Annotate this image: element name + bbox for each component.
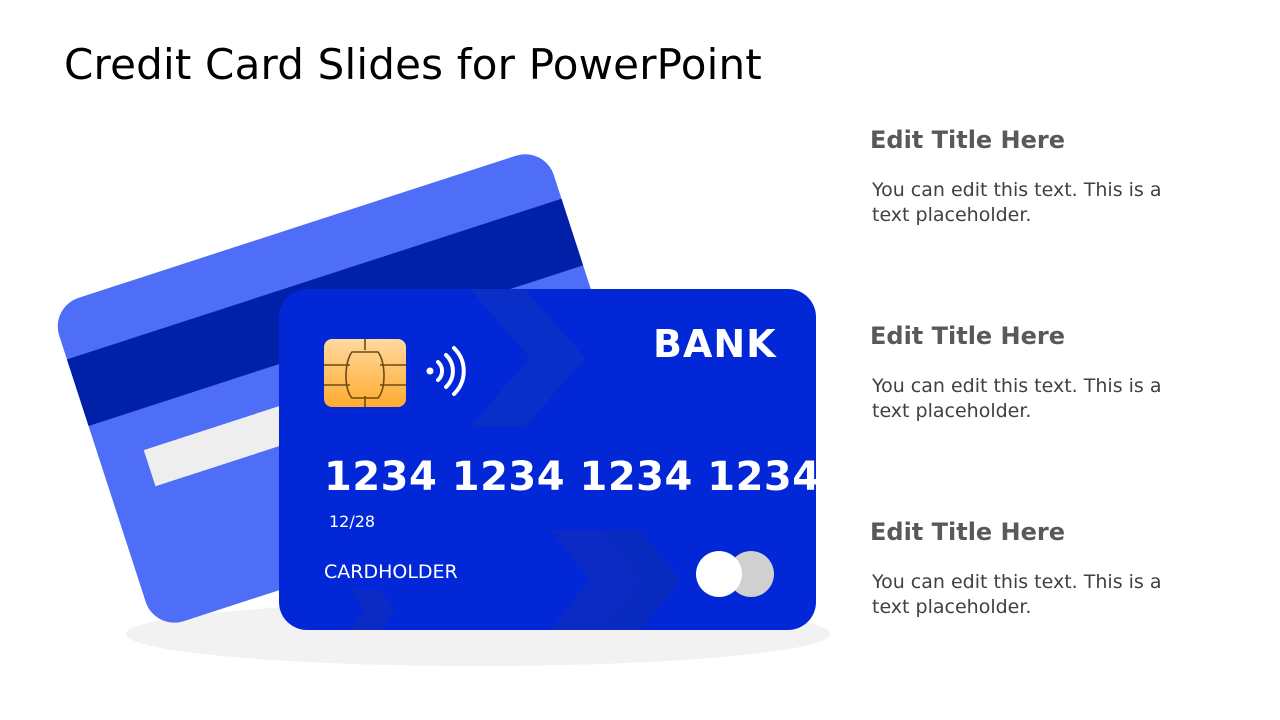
chip-icon: [324, 339, 406, 407]
cardholder-name: CARDHOLDER: [324, 561, 458, 583]
info-body[interactable]: You can edit this text. This is a text p…: [872, 178, 1170, 228]
info-block-2: Edit Title Here You can edit this text. …: [870, 322, 1170, 424]
info-block-3: Edit Title Here You can edit this text. …: [870, 518, 1170, 620]
card-expiry: 12/28: [329, 512, 376, 531]
info-body[interactable]: You can edit this text. This is a text p…: [872, 374, 1170, 424]
info-title[interactable]: Edit Title Here: [870, 518, 1170, 546]
card-number: 1234 1234 1234 1234: [324, 454, 821, 500]
card-network-logo: [696, 551, 774, 597]
info-title[interactable]: Edit Title Here: [870, 126, 1170, 154]
info-title[interactable]: Edit Title Here: [870, 322, 1170, 350]
bank-name: BANK: [653, 322, 777, 366]
info-body[interactable]: You can edit this text. This is a text p…: [872, 570, 1170, 620]
info-block-1: Edit Title Here You can edit this text. …: [870, 126, 1170, 228]
